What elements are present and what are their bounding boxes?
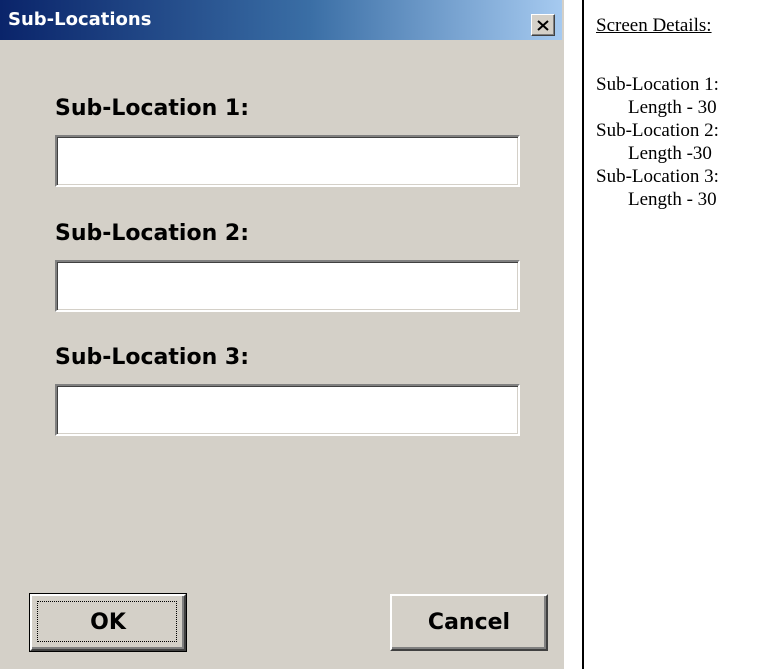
sub-location-2-input[interactable] <box>55 260 520 312</box>
cancel-button-label: Cancel <box>427 610 511 635</box>
detail-item-length: Length - 30 <box>628 189 717 210</box>
ok-button[interactable]: OK <box>29 593 187 652</box>
sub-locations-dialog: Sub-Locations Sub-Location 1: Sub-Locati… <box>0 0 564 669</box>
detail-item-name: Sub-Location 3: <box>596 166 719 187</box>
detail-item-name: Sub-Location 1: <box>596 74 719 95</box>
sub-location-3-label: Sub-Location 3: <box>55 345 250 370</box>
close-button[interactable] <box>531 14 555 36</box>
sub-location-1-input[interactable] <box>55 135 520 187</box>
title-bar[interactable]: Sub-Locations <box>0 0 562 40</box>
focus-rectangle <box>37 601 177 642</box>
close-icon <box>537 19 549 31</box>
window-title: Sub-Locations <box>8 9 152 30</box>
cancel-button[interactable]: Cancel <box>390 594 548 651</box>
sub-location-2-label: Sub-Location 2: <box>55 221 250 246</box>
screen-details-heading: Screen Details: <box>596 15 712 36</box>
detail-item-name: Sub-Location 2: <box>596 120 719 141</box>
screen-details-panel: Screen Details: Sub-Location 1: Length -… <box>596 14 719 211</box>
vertical-divider <box>582 0 584 669</box>
sub-location-3-input[interactable] <box>55 384 520 436</box>
sub-location-1-label: Sub-Location 1: <box>55 96 250 121</box>
detail-item-length: Length -30 <box>628 143 712 164</box>
screen-details-list: Sub-Location 1: Length - 30 Sub-Location… <box>596 73 719 211</box>
detail-item-length: Length - 30 <box>628 97 717 118</box>
